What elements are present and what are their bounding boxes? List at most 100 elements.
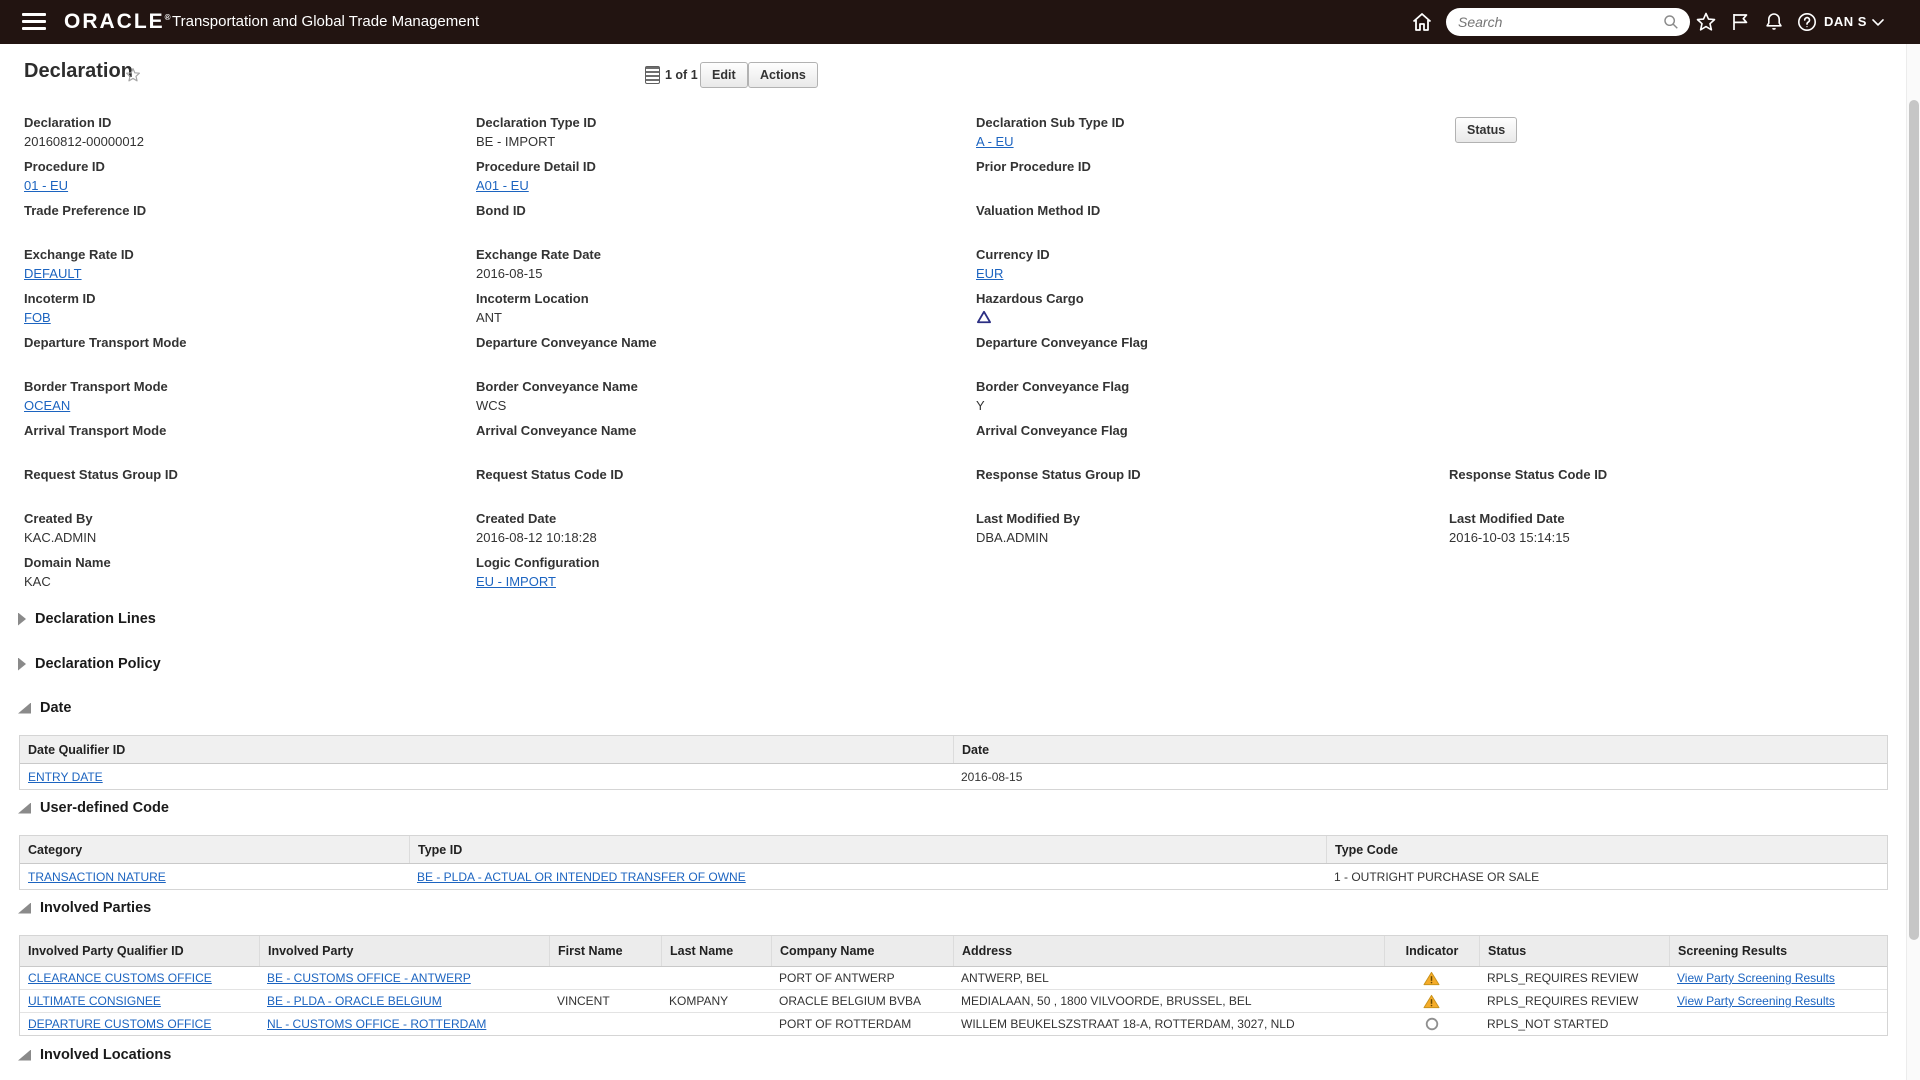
field-value bbox=[976, 354, 1396, 369]
field-border-conveyance-name: Border Conveyance Name WCS bbox=[476, 379, 896, 413]
section-involved-locations[interactable]: Involved Locations bbox=[18, 1047, 171, 1063]
collapse-icon bbox=[18, 902, 31, 914]
status-button[interactable]: Status bbox=[1455, 117, 1518, 143]
field-label: Last Modified By bbox=[976, 511, 1081, 526]
warning-triangle-icon bbox=[1384, 990, 1479, 1012]
involved-party-link[interactable]: BE - CUSTOMS OFFICE - ANTWERP bbox=[267, 971, 471, 985]
status-value: RPLS_REQUIRES REVIEW bbox=[1487, 971, 1639, 985]
date-table: Date Qualifier ID Date ENTRY DATE 2016-0… bbox=[19, 735, 1888, 790]
field-value: 20160812-00000012 bbox=[24, 134, 145, 149]
vertical-scrollbar[interactable] bbox=[1906, 44, 1920, 1080]
field-domain-name: Domain Name KAC bbox=[24, 555, 444, 589]
party-qualifier-link[interactable]: DEPARTURE CUSTOMS OFFICE bbox=[28, 1017, 211, 1031]
hamburger-menu-icon[interactable] bbox=[22, 13, 46, 31]
column-header[interactable]: Address bbox=[953, 936, 1384, 966]
home-icon[interactable] bbox=[1410, 10, 1434, 34]
section-title: Date bbox=[40, 700, 72, 716]
section-title: User-defined Code bbox=[40, 800, 169, 816]
field-departure-conveyance-flag: Departure Conveyance Flag bbox=[976, 335, 1396, 369]
field-response-status-group-id: Response Status Group ID bbox=[976, 467, 1396, 501]
party-qualifier-link[interactable]: CLEARANCE CUSTOMS OFFICE bbox=[28, 971, 212, 985]
edit-button[interactable]: Edit bbox=[700, 62, 748, 88]
search-icon[interactable] bbox=[1662, 13, 1680, 31]
expand-right-icon bbox=[18, 657, 26, 671]
field-value-link[interactable]: 01 - EU bbox=[24, 178, 68, 193]
category-link[interactable]: TRANSACTION NATURE bbox=[28, 870, 166, 884]
bell-icon[interactable] bbox=[1762, 10, 1786, 34]
field-value-link[interactable]: A - EU bbox=[976, 134, 1014, 149]
chevron-down-icon[interactable] bbox=[1868, 12, 1892, 36]
field-value bbox=[476, 354, 896, 369]
section-declaration-lines[interactable]: Declaration Lines bbox=[18, 611, 156, 627]
field-value bbox=[24, 354, 444, 369]
field-value: Y bbox=[976, 398, 985, 413]
field-label: Last Modified Date bbox=[1449, 511, 1565, 526]
field-value bbox=[976, 486, 1396, 501]
section-user-defined-code[interactable]: User-defined Code bbox=[18, 800, 169, 816]
involved-party-link[interactable]: NL - CUSTOMS OFFICE - ROTTERDAM bbox=[267, 1017, 486, 1031]
user-menu[interactable]: DAN S bbox=[1824, 14, 1867, 29]
involved-party-link[interactable]: BE - PLDA - ORACLE BELGIUM bbox=[267, 994, 442, 1008]
company-name-value: PORT OF ROTTERDAM bbox=[779, 1017, 912, 1031]
column-header[interactable]: Last Name bbox=[661, 936, 771, 966]
column-header[interactable]: First Name bbox=[549, 936, 661, 966]
column-header[interactable]: Type Code bbox=[1326, 836, 1887, 863]
parties-table-header: Involved Party Qualifier ID Involved Par… bbox=[20, 936, 1887, 967]
field-bond-id: Bond ID bbox=[476, 203, 896, 237]
scrollbar-thumb[interactable] bbox=[1909, 100, 1919, 940]
party-qualifier-link[interactable]: ULTIMATE CONSIGNEE bbox=[28, 994, 161, 1008]
table-row[interactable]: ENTRY DATE 2016-08-15 bbox=[20, 764, 1887, 789]
table-row[interactable]: ULTIMATE CONSIGNEE BE - PLDA - ORACLE BE… bbox=[20, 990, 1887, 1013]
field-label: Departure Conveyance Flag bbox=[976, 335, 1148, 350]
column-header[interactable]: Date Qualifier ID bbox=[20, 736, 953, 763]
column-header[interactable]: Category bbox=[20, 836, 409, 863]
screening-results-link[interactable]: View Party Screening Results bbox=[1677, 994, 1835, 1008]
flag-icon[interactable] bbox=[1728, 10, 1752, 34]
field-declaration-type-id: Declaration Type ID BE - IMPORT bbox=[476, 115, 896, 149]
field-value-link[interactable]: EU - IMPORT bbox=[476, 574, 556, 589]
date-qualifier-link[interactable]: ENTRY DATE bbox=[28, 770, 103, 784]
help-icon[interactable] bbox=[1795, 10, 1819, 34]
actions-button[interactable]: Actions bbox=[748, 62, 818, 88]
field-value-link[interactable]: FOB bbox=[24, 310, 51, 325]
field-created-date: Created Date 2016-08-12 10:18:28 bbox=[476, 511, 896, 545]
column-header[interactable]: Type ID bbox=[409, 836, 1326, 863]
field-value-link[interactable]: OCEAN bbox=[24, 398, 70, 413]
field-label: Procedure ID bbox=[24, 159, 105, 174]
field-value bbox=[24, 442, 444, 457]
not-started-circle-icon bbox=[1384, 1013, 1479, 1035]
record-list-icon[interactable] bbox=[645, 66, 660, 84]
field-value-link[interactable]: EUR bbox=[976, 266, 1003, 281]
screening-results-link[interactable]: View Party Screening Results bbox=[1677, 971, 1835, 985]
table-row[interactable]: DEPARTURE CUSTOMS OFFICE NL - CUSTOMS OF… bbox=[20, 1013, 1887, 1035]
field-value: WCS bbox=[476, 398, 507, 413]
section-declaration-policy[interactable]: Declaration Policy bbox=[18, 656, 161, 672]
field-label: Departure Conveyance Name bbox=[476, 335, 657, 350]
column-header[interactable]: Date bbox=[953, 736, 1887, 763]
address-value: MEDIALAAN, 50 , 1800 VILVOORDE, BRUSSEL,… bbox=[961, 994, 1252, 1008]
column-header[interactable]: Company Name bbox=[771, 936, 953, 966]
field-arrival-transport-mode: Arrival Transport Mode bbox=[24, 423, 444, 457]
search-box bbox=[1446, 8, 1690, 36]
section-involved-parties[interactable]: Involved Parties bbox=[18, 900, 151, 916]
table-row[interactable]: CLEARANCE CUSTOMS OFFICE BE - CUSTOMS OF… bbox=[20, 967, 1887, 990]
column-header[interactable]: Status bbox=[1479, 936, 1669, 966]
favorites-star-icon[interactable] bbox=[1694, 10, 1718, 34]
page-title: Declaration bbox=[24, 60, 133, 82]
favorite-star-icon[interactable] bbox=[124, 66, 142, 84]
type-code-value: 1 - OUTRIGHT PURCHASE OR SALE bbox=[1334, 869, 1540, 884]
section-title: Involved Locations bbox=[40, 1047, 172, 1063]
section-date[interactable]: Date bbox=[18, 700, 71, 716]
search-input[interactable] bbox=[1456, 13, 1662, 31]
column-header[interactable]: Involved Party Qualifier ID bbox=[20, 936, 259, 966]
field-declaration-id: Declaration ID 20160812-00000012 bbox=[24, 115, 444, 149]
column-header[interactable]: Involved Party bbox=[259, 936, 549, 966]
field-value-link[interactable]: DEFAULT bbox=[24, 266, 82, 281]
hazard-triangle-icon bbox=[976, 310, 1396, 325]
last-name-value bbox=[661, 1013, 771, 1035]
column-header[interactable]: Indicator bbox=[1384, 936, 1479, 966]
field-value-link[interactable]: A01 - EU bbox=[476, 178, 529, 193]
table-row[interactable]: TRANSACTION NATURE BE - PLDA - ACTUAL OR… bbox=[20, 864, 1887, 889]
type-id-link[interactable]: BE - PLDA - ACTUAL OR INTENDED TRANSFER … bbox=[417, 870, 746, 884]
column-header[interactable]: Screening Results bbox=[1669, 936, 1887, 966]
